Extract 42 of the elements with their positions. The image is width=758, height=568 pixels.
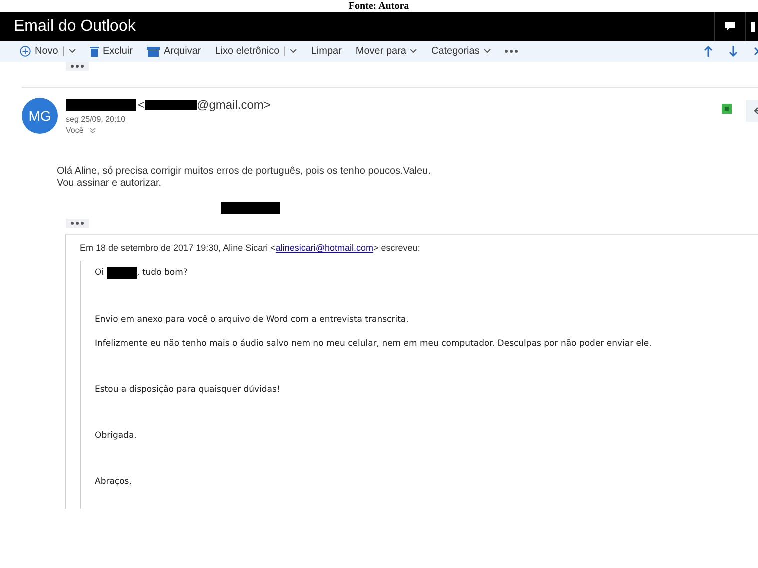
header-icon	[749, 21, 755, 32]
arrow-down-icon[interactable]	[729, 46, 738, 57]
quoted-text: Abraços,	[95, 477, 133, 487]
quoted-text: Obrigada.	[95, 431, 138, 441]
archive-box-icon	[146, 46, 160, 56]
toolbar-button[interactable]: Novo |	[20, 46, 76, 57]
address-bracket: <	[138, 98, 146, 112]
chevron-down-icon[interactable]	[90, 128, 96, 134]
message-text: Vou assinar e autorizar.	[57, 178, 163, 190]
sender-address: @gmail.com>	[197, 98, 271, 112]
app-title: Email do Outlook	[14, 18, 137, 36]
redaction-bar	[107, 267, 138, 279]
toolbar-button[interactable]: Excluir	[90, 46, 133, 57]
quoted-text: Envio em anexo para você o arquivo de Word com a entrevista transcrita.	[95, 315, 410, 325]
separator: |	[62, 46, 65, 57]
recipient: Você	[66, 125, 84, 136]
plus-circle-icon	[20, 46, 31, 57]
message-date: seg 25/09, 20:10	[66, 114, 127, 125]
quote-header: Em 18 de setembro de 2017 19:30, Aline Sicari <alinesicari@hotmail.com> escreveu:	[80, 243, 420, 253]
greeting-text: , tudo bom?	[137, 268, 188, 278]
trash-icon	[90, 46, 99, 57]
toolbar-button[interactable]: Lixo eletrônico |	[215, 46, 298, 57]
email-link[interactable]: alinesicari@hotmail.com	[276, 243, 374, 253]
more-button[interactable]	[504, 50, 518, 53]
expand-button[interactable]	[66, 62, 89, 71]
toolbar-button[interactable]: Limpar	[311, 46, 342, 57]
chat-icon	[724, 21, 736, 32]
avatar: MG	[22, 98, 58, 134]
toolbar-button[interactable]: Categorias	[431, 46, 491, 57]
redaction-bar	[221, 202, 280, 214]
message-text: Olá Aline, só precisa corrigir muitos erros de português, pois os tenho poucos.Valeu.	[57, 166, 432, 178]
redaction-bar	[145, 100, 198, 110]
toolbar-button[interactable]: Arquivar	[146, 46, 202, 57]
arrow-up-icon[interactable]	[704, 46, 713, 57]
toolbar-button[interactable]: Mover para	[356, 46, 418, 57]
figure-caption: Fonte: Autora	[348, 1, 410, 12]
greeting-text: Oi	[95, 268, 104, 278]
redaction-bar	[66, 99, 136, 111]
quoted-text: Infelizmente eu não tenho mais o áudio salvo nem no meu celular, nem em meu computador. Desculpas por não poder enviar ele.	[95, 339, 653, 349]
separator: |	[284, 46, 286, 57]
quoted-text: Estou a disposição para quaisquer dúvidas!	[95, 385, 282, 395]
expand-button[interactable]	[66, 219, 89, 228]
